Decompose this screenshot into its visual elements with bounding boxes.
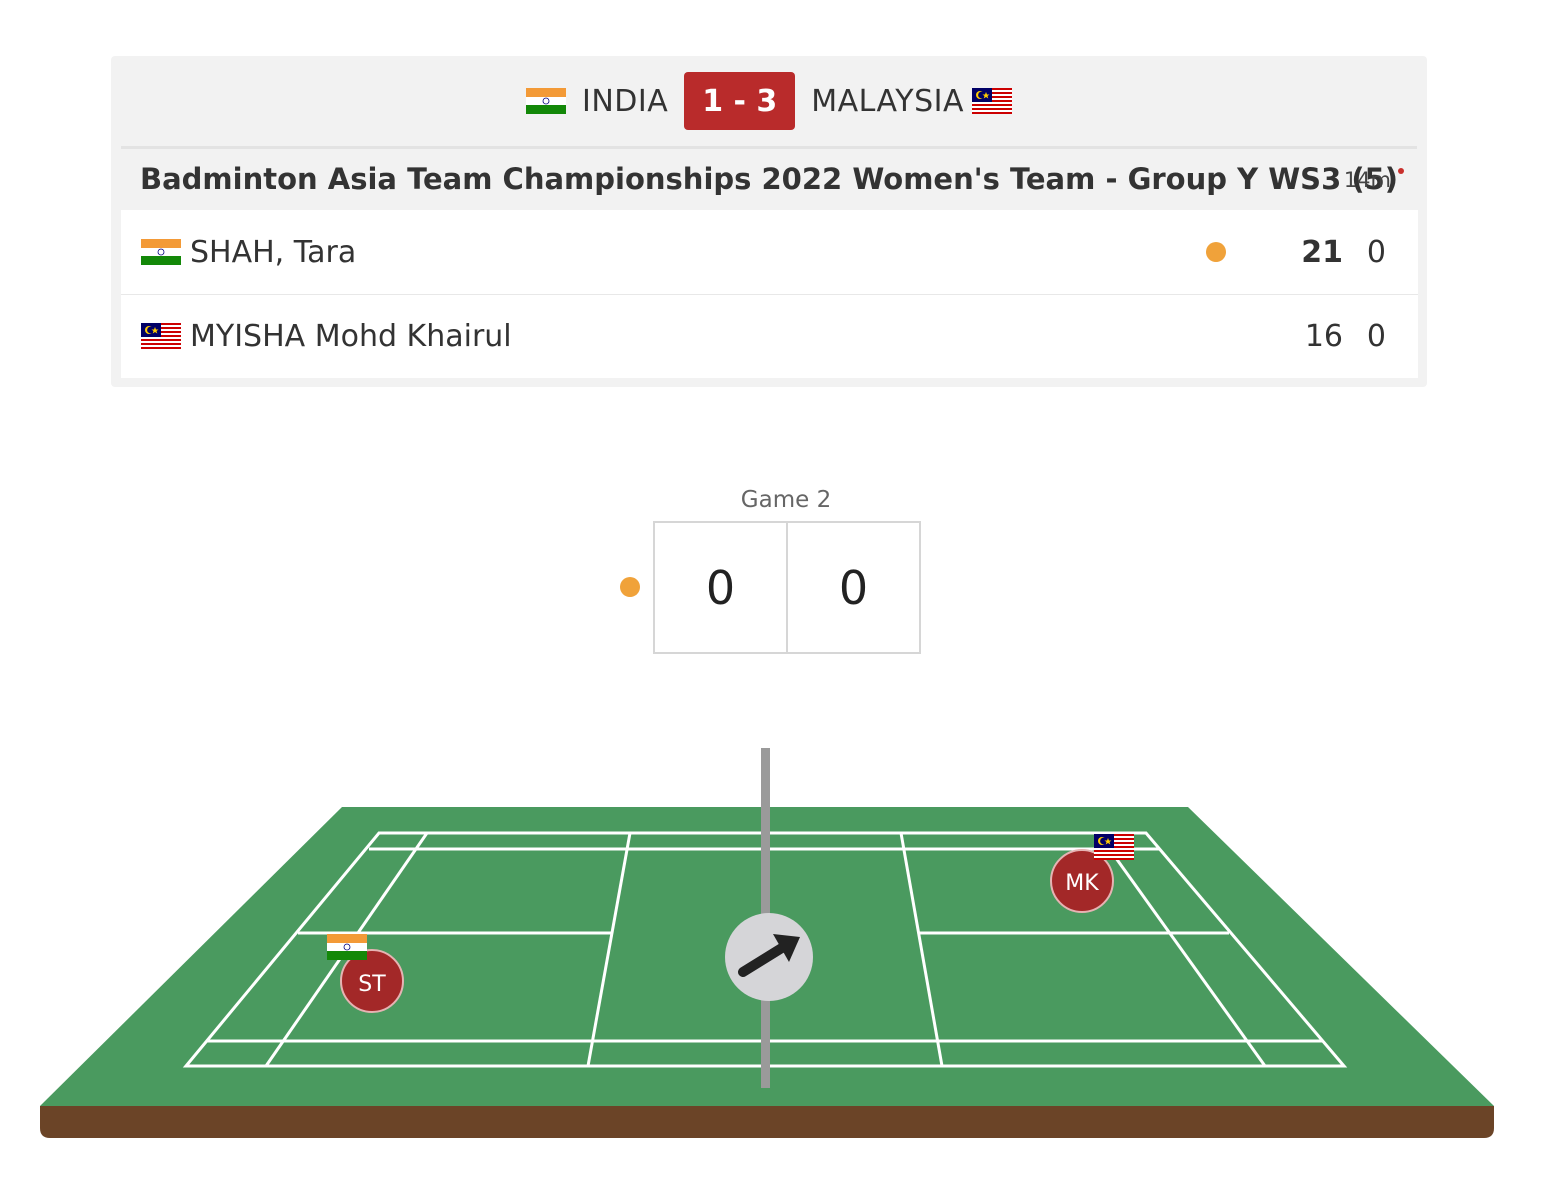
- badminton-court: ST MK: [40, 748, 1494, 1138]
- shuttle-direction-indicator: [725, 913, 813, 1001]
- malaysia-flag-icon: [972, 88, 1012, 114]
- player-row: SHAH, Tara 21 0: [121, 210, 1418, 295]
- serving-indicator-icon: [620, 577, 640, 597]
- match-duration: 14m: [1343, 168, 1391, 192]
- india-flag-icon: [525, 88, 566, 114]
- game1-score: 21: [1301, 234, 1343, 270]
- current-game-label: Game 2: [740, 487, 832, 513]
- team-score-header: INDIA 1 - 3 MALAYSIA: [111, 72, 1427, 130]
- player-row: MYISHA Mohd Khairul 16 0: [121, 294, 1418, 378]
- player-name: SHAH, Tara: [190, 234, 357, 270]
- game2-score: 0: [1366, 234, 1386, 270]
- current-score-left: 0: [653, 521, 788, 654]
- team-left-name: INDIA: [581, 83, 669, 119]
- player-name: MYISHA Mohd Khairul: [190, 318, 512, 354]
- india-flag-icon: [141, 239, 181, 265]
- match-score-card: INDIA 1 - 3 MALAYSIA Badminton Asia Team…: [111, 56, 1427, 387]
- game1-score: 16: [1304, 318, 1343, 354]
- court-base: [40, 1106, 1494, 1138]
- event-title: Badminton Asia Team Championships 2022 W…: [140, 162, 1399, 196]
- live-indicator-icon: [1398, 168, 1404, 174]
- player-initials: MK: [1065, 871, 1099, 896]
- player-initials: ST: [358, 972, 386, 997]
- current-score-right: 0: [786, 521, 921, 654]
- game2-score: 0: [1366, 318, 1386, 354]
- india-flag-icon: [327, 934, 367, 960]
- malaysia-flag-icon: [141, 323, 181, 349]
- serving-indicator-icon: [1206, 242, 1226, 262]
- team-score-badge: 1 - 3: [684, 72, 796, 130]
- team-right-name: MALAYSIA: [811, 83, 964, 119]
- player-scores: SHAH, Tara 21 0 MYISHA Mohd Khairul 16 0: [121, 210, 1418, 378]
- divider: [121, 146, 1417, 149]
- malaysia-flag-icon: [1094, 834, 1134, 860]
